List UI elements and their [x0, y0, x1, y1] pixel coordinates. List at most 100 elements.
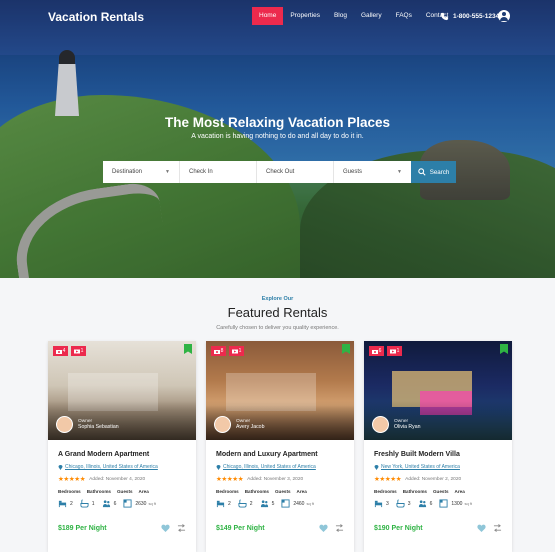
compare-icon[interactable]: [493, 524, 502, 532]
area-icon: [123, 499, 132, 508]
guests-icon: [418, 500, 426, 508]
owner-info: Owner Olivia Ryan: [372, 416, 421, 433]
chevron-down-icon: ▼: [165, 169, 170, 175]
heart-icon[interactable]: [161, 524, 170, 532]
guests-icon: [260, 500, 268, 508]
video-icon: [231, 349, 238, 353]
camera-icon: [213, 349, 220, 354]
search-button[interactable]: Search: [411, 161, 456, 183]
rental-location[interactable]: Chicago, Illinois, United States of Amer…: [216, 464, 344, 470]
rating-row: ★★★★★ Added: November 2, 2020: [374, 476, 462, 483]
bathtub-icon: [238, 499, 247, 508]
price: $190 Per Night: [374, 524, 423, 532]
owner-name: Olivia Ryan: [394, 424, 421, 430]
rental-photo[interactable]: 8 1 Owner Avery Jacob: [206, 341, 354, 440]
owner-name: Avery Jacob: [236, 424, 265, 430]
map-pin-icon: [374, 465, 379, 470]
section-eyebrow: Explore Our: [261, 296, 294, 302]
user-account-icon[interactable]: [498, 10, 510, 22]
rental-photo[interactable]: 6 1 Owner Olivia Ryan: [364, 341, 512, 440]
video-count-badge: 1: [229, 346, 244, 356]
bathtub-icon: [80, 499, 89, 508]
rating-row: ★★★★★ Added: November 3, 2020: [216, 476, 304, 483]
owner-info: Owner Avery Jacob: [214, 416, 264, 433]
nav-home[interactable]: Home: [252, 7, 284, 25]
phone-icon: [440, 12, 449, 20]
avatar: [56, 416, 73, 433]
map-pin-icon: [58, 465, 63, 470]
video-count-badge: 1: [387, 346, 402, 356]
feature-labels: Bedrooms Bathrooms Guests Area: [216, 489, 307, 494]
area-icon: [439, 499, 448, 508]
bed-icon: [374, 500, 383, 508]
bathtub-icon: [396, 499, 405, 508]
phone-link[interactable]: 1-800-555-1234: [440, 7, 499, 25]
rental-card[interactable]: 4 1 Owner Sophia Sebastian A Grand Moder…: [48, 341, 196, 552]
rental-title[interactable]: A Grand Modern Apartment: [58, 451, 186, 458]
added-date: November 3, 2020: [263, 476, 304, 482]
avatar: [372, 416, 389, 433]
photo-count-badge: 6: [369, 346, 384, 356]
search-bar: Destination ▼ Check In Check Out Guests …: [103, 161, 456, 183]
rental-photo[interactable]: 4 1 Owner Sophia Sebastian: [48, 341, 196, 440]
chevron-down-icon: ▼: [397, 169, 402, 175]
rental-card[interactable]: 6 1 Owner Olivia Ryan Freshly Built Mode…: [364, 341, 512, 552]
bed-icon: [58, 500, 67, 508]
nav-faqs[interactable]: FAQs: [389, 7, 419, 25]
nav-properties[interactable]: Properties: [283, 7, 327, 25]
guests-select[interactable]: Guests ▼: [334, 161, 411, 183]
camera-icon: [55, 349, 62, 354]
compare-icon[interactable]: [177, 524, 186, 532]
heart-icon[interactable]: [477, 524, 486, 532]
bed-icon: [216, 500, 225, 508]
hero-banner: Vacation Rentals Home Properties Blog Ga…: [0, 0, 555, 278]
hero-title: The Most Relaxing Vacation Places: [164, 115, 391, 130]
video-icon: [389, 349, 396, 353]
video-count-badge: 1: [71, 346, 86, 356]
nav-blog[interactable]: Blog: [327, 7, 354, 25]
owner-info: Owner Sophia Sebastian: [56, 416, 119, 433]
photo-count-badge: 4: [53, 346, 68, 356]
top-nav: Vacation Rentals Home Properties Blog Ga…: [0, 0, 555, 32]
hero-subtitle: A vacation is having nothing to do and a…: [191, 133, 364, 140]
search-icon: [417, 168, 426, 176]
rating-row: ★★★★★ Added: November 4, 2020: [58, 476, 146, 483]
star-rating: ★★★★★: [58, 476, 86, 483]
destination-select[interactable]: Destination ▼: [103, 161, 180, 183]
main-menu: Home Properties Blog Gallery FAQs Contac…: [252, 7, 455, 25]
map-pin-icon: [216, 465, 221, 470]
star-rating: ★★★★★: [216, 476, 244, 483]
heart-icon[interactable]: [319, 524, 328, 532]
feature-values: 2 1 6 2630 sq ft: [58, 499, 186, 508]
video-icon: [73, 349, 80, 353]
check-in-field[interactable]: Check In: [180, 161, 257, 183]
rental-location[interactable]: Chicago, Illinois, United States of Amer…: [58, 464, 186, 470]
feature-labels: Bedrooms Bathrooms Guests Area: [374, 489, 465, 494]
compare-icon[interactable]: [335, 524, 344, 532]
added-date: November 4, 2020: [105, 476, 146, 482]
rental-location[interactable]: New York, United States of America: [374, 464, 502, 470]
site-logo[interactable]: Vacation Rentals: [48, 10, 144, 24]
feature-labels: Bedrooms Bathrooms Guests Area: [58, 489, 149, 494]
feature-values: 3 3 6 1300 sq ft: [374, 499, 502, 508]
rental-title[interactable]: Freshly Built Modern Villa: [374, 451, 502, 458]
added-date: November 2, 2020: [421, 476, 462, 482]
section-subtitle: Carefully chosen to deliver you quality …: [216, 325, 339, 331]
page: Vacation Rentals Home Properties Blog Ga…: [0, 0, 555, 552]
check-out-field[interactable]: Check Out: [257, 161, 334, 183]
area-icon: [281, 499, 290, 508]
star-rating: ★★★★★: [374, 476, 402, 483]
feature-values: 2 2 5 2460 sq ft: [216, 499, 344, 508]
price: $149 Per Night: [216, 524, 265, 532]
avatar: [214, 416, 231, 433]
camera-icon: [371, 349, 378, 354]
price: $189 Per Night: [58, 524, 107, 532]
photo-count-badge: 8: [211, 346, 226, 356]
rental-title[interactable]: Modern and Luxury Apartment: [216, 451, 344, 458]
phone-number: 1-800-555-1234: [453, 12, 500, 20]
guests-icon: [102, 500, 110, 508]
owner-name: Sophia Sebastian: [78, 424, 119, 430]
rental-card[interactable]: 8 1 Owner Avery Jacob Modern and Luxury …: [206, 341, 354, 552]
nav-gallery[interactable]: Gallery: [354, 7, 389, 25]
section-title: Featured Rentals: [227, 305, 328, 320]
